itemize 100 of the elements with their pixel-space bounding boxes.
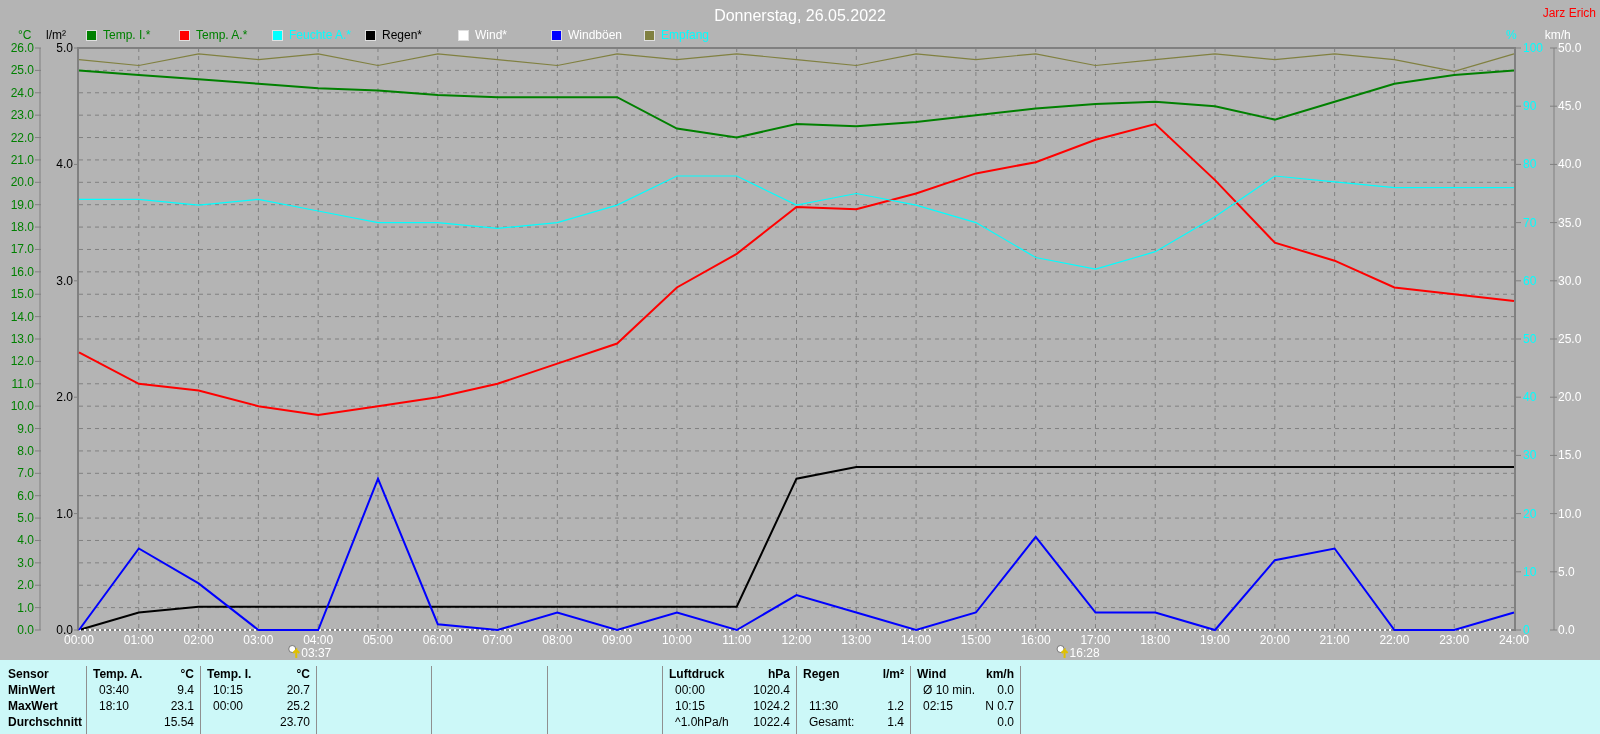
- tick-label: 10:00: [661, 633, 692, 647]
- tick-label: 14:00: [901, 633, 932, 647]
- legend-label: Regen*: [382, 27, 423, 44]
- tick-label: 30.0: [1558, 273, 1582, 288]
- legend-label: Wind*: [475, 27, 507, 44]
- axis-unit: l/m²: [46, 28, 66, 42]
- tick-label: 10.0: [1558, 506, 1582, 521]
- sun-arrow-icon: [1056, 645, 1069, 659]
- tick-label: 26.0: [10, 41, 34, 55]
- table-cell: 0.0: [997, 714, 1014, 730]
- tick-label: 08:00: [542, 633, 573, 647]
- tick-label: 16.0: [10, 264, 34, 279]
- tick-label: 03:00: [243, 633, 274, 647]
- tick-label: 1.0: [17, 600, 34, 615]
- table-cell-text: 11:30: [808, 698, 839, 714]
- tick-label: 20:00: [1259, 633, 1290, 647]
- table-cell: 1022.4: [753, 714, 790, 730]
- tick-label: 0.0: [1558, 623, 1575, 637]
- table-cell-text: 10:15: [674, 698, 706, 714]
- unit-label: hPa: [768, 666, 790, 682]
- annotation-label: 16:28: [1069, 646, 1100, 660]
- tick-label: 15.0: [10, 287, 34, 302]
- tick-label: 9.0: [17, 421, 34, 436]
- tick-label: 35.0: [1558, 215, 1582, 230]
- tick-label: 17:00: [1080, 633, 1111, 647]
- tick-label: 01:00: [123, 633, 154, 647]
- tick-label: 5.0: [1558, 564, 1575, 579]
- tick-label: 25.0: [1558, 332, 1582, 346]
- table-cell: 1.2: [887, 698, 904, 714]
- tick-label: 19.0: [10, 197, 34, 212]
- table-cell-text: ^1.0hPa/h: [674, 714, 729, 730]
- tick-label: 24.0: [10, 85, 34, 100]
- tick-label: 5.0: [17, 511, 34, 526]
- tick-label: 22.0: [10, 130, 34, 145]
- tick-label: 100: [1523, 41, 1544, 55]
- table-cell-text: 18:10: [98, 698, 130, 714]
- tick-label: 50: [1523, 332, 1537, 346]
- table-cell: 15.54: [163, 714, 194, 730]
- tick-label: 02:00: [183, 633, 214, 647]
- row-header: Sensor: [8, 666, 50, 682]
- unit-label: l/m²: [882, 666, 904, 682]
- table-cell: 1024.2: [753, 698, 790, 714]
- table-cell-text: 00:00: [674, 682, 706, 698]
- table-cell: N 0.7: [985, 698, 1014, 714]
- tick-label: 60: [1523, 273, 1537, 288]
- table-cell-text: 00:00: [212, 698, 244, 714]
- tick-label: 13.0: [10, 332, 34, 346]
- tick-label: 3.0: [17, 555, 34, 570]
- tick-label: 0.0: [17, 623, 34, 637]
- tick-label: 90: [1523, 99, 1537, 114]
- tick-label: 16:00: [1020, 633, 1051, 647]
- unit-label: km/h: [986, 666, 1014, 682]
- table-cell: 23.1: [170, 698, 194, 714]
- axis-unit: °C: [18, 28, 32, 42]
- tick-label: 4.0: [56, 157, 73, 172]
- tick-label: 2.0: [17, 578, 34, 593]
- tick-label: 20: [1523, 506, 1537, 521]
- table-cell-text: 10:15: [212, 682, 244, 698]
- table-cell-text: 03:40: [98, 682, 130, 698]
- tick-label: 22:00: [1379, 633, 1410, 647]
- tick-label: 09:00: [602, 633, 633, 647]
- tick-label: 15.0: [1558, 448, 1582, 463]
- tick-label: 11:00: [722, 633, 752, 647]
- tick-label: 23.0: [10, 108, 34, 123]
- tick-label: 07:00: [482, 633, 513, 647]
- tick-label: 40.0: [1558, 157, 1582, 172]
- row-header: MaxWert: [8, 698, 59, 714]
- table-cell: 9.4: [177, 682, 194, 698]
- column-header: Wind: [917, 666, 947, 682]
- tick-label: 18.0: [10, 220, 34, 235]
- row-header: MinWert: [8, 682, 57, 698]
- table-cell: 20.7: [286, 682, 310, 698]
- annotation-label: 03:37: [301, 646, 332, 660]
- tick-label: 12.0: [10, 354, 34, 369]
- table-cell-text: Ø 10 min.: [922, 682, 976, 698]
- tick-label: 13:00: [841, 633, 872, 647]
- tick-label: 14.0: [10, 309, 34, 324]
- table-cell: 0.0: [997, 682, 1014, 698]
- table-cell-text: 02:15: [922, 698, 954, 714]
- table-cell: 23.70: [279, 714, 310, 730]
- tick-label: 20.0: [1558, 390, 1582, 405]
- column-header: Luftdruck: [669, 666, 725, 682]
- tick-label: 21:00: [1319, 633, 1350, 647]
- tick-label: 3.0: [56, 273, 73, 288]
- column-header: Regen: [803, 666, 840, 682]
- axis-unit: km/h: [1544, 27, 1571, 43]
- tick-label: 6.0: [17, 488, 34, 503]
- tick-label: 10: [1523, 564, 1537, 579]
- tick-label: 06:00: [422, 633, 453, 647]
- tick-label: 70: [1523, 215, 1537, 230]
- legend-label: Feuchte A.*: [289, 27, 352, 44]
- tick-label: 2.0: [56, 390, 73, 405]
- tick-label: 20.0: [10, 175, 34, 190]
- tick-label: 4.0: [17, 533, 34, 548]
- tick-label: 5.0: [56, 41, 73, 55]
- tick-label: 10.0: [10, 399, 34, 414]
- tick-label: 23:00: [1439, 633, 1470, 647]
- tick-label: 12:00: [781, 633, 812, 647]
- tick-label: 04:00: [303, 633, 334, 647]
- chart-title: Donnerstag, 26.05.2022: [714, 6, 886, 26]
